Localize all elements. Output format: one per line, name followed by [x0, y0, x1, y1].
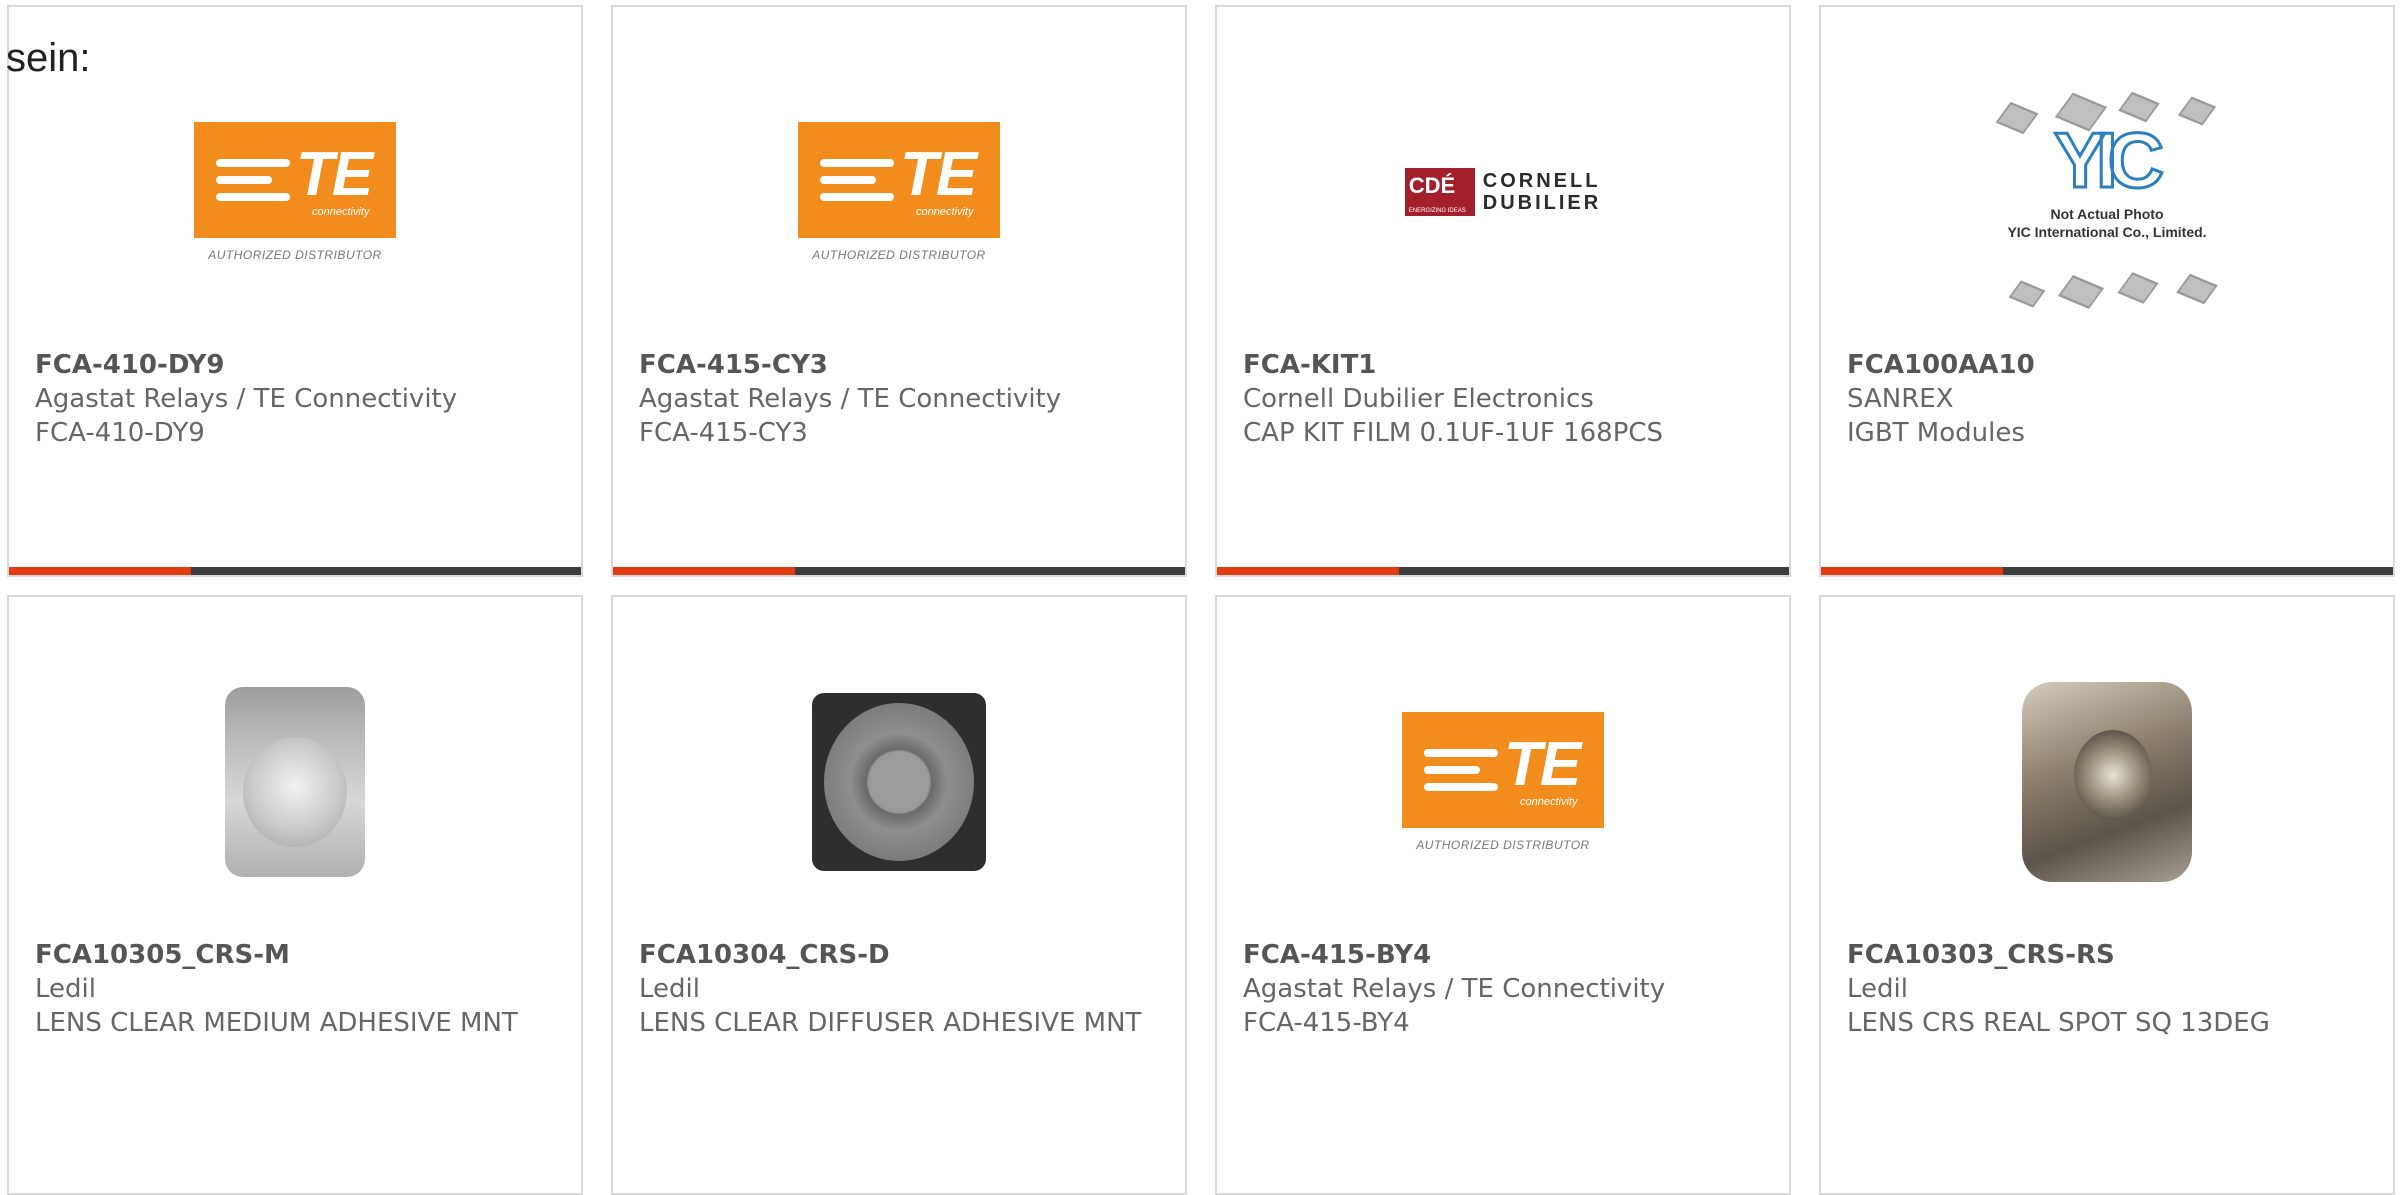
- part-number[interactable]: FCA10303_CRS-RS: [1847, 938, 2373, 972]
- te-logo-tagline: connectivity: [916, 206, 974, 218]
- product-card[interactable]: TE connectivity AUTHORIZED DISTRIBUTOR F…: [7, 5, 583, 577]
- card-footer-bar: [1217, 567, 1789, 575]
- te-logo: TE connectivity AUTHORIZED DISTRIBUTOR: [1402, 712, 1604, 852]
- product-image[interactable]: [613, 627, 1185, 937]
- manufacturer: Ledil: [35, 974, 96, 1004]
- te-logo: TE connectivity AUTHORIZED DISTRIBUTOR: [194, 122, 396, 262]
- cde-logo-tagline: ENERGIZING IDEAS: [1408, 208, 1466, 214]
- product-image[interactable]: TE connectivity AUTHORIZED DISTRIBUTOR: [613, 37, 1185, 347]
- yic-caption-line2: YIC International Co., Limited.: [2007, 224, 2207, 240]
- product-info: FCA10305_CRS-M Ledil LENS CLEAR MEDIUM A…: [35, 938, 561, 1040]
- part-number[interactable]: FCA100AA10: [1847, 348, 2373, 382]
- product-info: FCA-410-DY9 Agastat Relays / TE Connecti…: [35, 348, 561, 450]
- product-grid: TE connectivity AUTHORIZED DISTRIBUTOR F…: [0, 0, 2400, 1195]
- product-image[interactable]: TE connectivity AUTHORIZED DISTRIBUTOR: [1217, 627, 1789, 937]
- lens-clear-photo: [225, 687, 365, 877]
- description: FCA-415-BY4: [1243, 1008, 1410, 1038]
- product-info: FCA-KIT1 Cornell Dubilier Electronics CA…: [1243, 348, 1769, 450]
- authorized-distributor-label: AUTHORIZED DISTRIBUTOR: [1416, 838, 1590, 852]
- manufacturer: Cornell Dubilier Electronics: [1243, 384, 1594, 414]
- te-logo-tagline: connectivity: [1520, 796, 1578, 808]
- te-logo-word: TE: [296, 140, 373, 209]
- manufacturer: Agastat Relays / TE Connectivity: [35, 384, 458, 414]
- cde-logo-name-line2: DUBILIER: [1482, 192, 1602, 214]
- product-image[interactable]: [9, 627, 581, 937]
- description: LENS CLEAR MEDIUM ADHESIVE MNT: [35, 1008, 518, 1038]
- product-info: FCA10304_CRS-D Ledil LENS CLEAR DIFFUSER…: [639, 938, 1165, 1040]
- yic-logo-mark: YIC: [2052, 115, 2165, 206]
- part-number[interactable]: FCA-KIT1: [1243, 348, 1769, 382]
- part-number[interactable]: FCA-415-CY3: [639, 348, 1165, 382]
- te-logo-tagline: connectivity: [312, 206, 370, 218]
- authorized-distributor-label: AUTHORIZED DISTRIBUTOR: [208, 248, 382, 262]
- product-info: FCA-415-BY4 Agastat Relays / TE Connecti…: [1243, 938, 1769, 1040]
- lens-diffuser-photo: [812, 693, 986, 871]
- cde-logo-mark: CDÉ: [1408, 173, 1456, 198]
- product-image[interactable]: [1821, 627, 2393, 937]
- description: LENS CLEAR DIFFUSER ADHESIVE MNT: [639, 1008, 1142, 1038]
- part-number[interactable]: FCA10304_CRS-D: [639, 938, 1165, 972]
- te-logo: TE connectivity AUTHORIZED DISTRIBUTOR: [798, 122, 1000, 262]
- description: FCA-410-DY9: [35, 418, 205, 448]
- product-info: FCA10303_CRS-RS Ledil LENS CRS REAL SPOT…: [1847, 938, 2373, 1040]
- lead-text: sein:: [6, 36, 91, 80]
- description: IGBT Modules: [1847, 418, 2025, 448]
- product-card[interactable]: CDÉ ENERGIZING IDEAS CORNELL DUBILIER FC…: [1215, 5, 1791, 577]
- part-number[interactable]: FCA10305_CRS-M: [35, 938, 561, 972]
- manufacturer: Agastat Relays / TE Connectivity: [639, 384, 1062, 414]
- product-card[interactable]: YIC Not Actual Photo YIC International C…: [1819, 5, 2395, 577]
- product-card[interactable]: TE connectivity AUTHORIZED DISTRIBUTOR F…: [611, 5, 1187, 577]
- product-image[interactable]: YIC Not Actual Photo YIC International C…: [1821, 37, 2393, 347]
- cornell-dubilier-logo: CDÉ ENERGIZING IDEAS CORNELL DUBILIER: [1404, 168, 1602, 216]
- manufacturer: Agastat Relays / TE Connectivity: [1243, 974, 1666, 1004]
- product-card[interactable]: FCA10303_CRS-RS Ledil LENS CRS REAL SPOT…: [1819, 595, 2395, 1195]
- te-logo-word: TE: [1504, 730, 1581, 799]
- manufacturer: Ledil: [639, 974, 700, 1004]
- product-info: FCA100AA10 SANREX IGBT Modules: [1847, 348, 2373, 450]
- description: LENS CRS REAL SPOT SQ 13DEG: [1847, 1008, 2270, 1038]
- product-image[interactable]: CDÉ ENERGIZING IDEAS CORNELL DUBILIER: [1217, 37, 1789, 347]
- card-footer-bar: [1821, 567, 2393, 575]
- product-card[interactable]: FCA10305_CRS-M Ledil LENS CLEAR MEDIUM A…: [7, 595, 583, 1195]
- manufacturer: SANREX: [1847, 384, 1954, 414]
- authorized-distributor-label: AUTHORIZED DISTRIBUTOR: [812, 248, 986, 262]
- description: CAP KIT FILM 0.1UF-1UF 168PCS: [1243, 418, 1664, 448]
- cde-logo-name-line1: CORNELL: [1482, 170, 1601, 192]
- te-logo-word: TE: [900, 140, 977, 209]
- part-number[interactable]: FCA-410-DY9: [35, 348, 561, 382]
- description: FCA-415-CY3: [639, 418, 808, 448]
- lens-spot-photo: [2022, 682, 2192, 882]
- part-number[interactable]: FCA-415-BY4: [1243, 938, 1769, 972]
- product-card[interactable]: TE connectivity AUTHORIZED DISTRIBUTOR F…: [1215, 595, 1791, 1195]
- yic-caption-line1: Not Actual Photo: [2050, 206, 2164, 222]
- manufacturer: Ledil: [1847, 974, 1908, 1004]
- product-card[interactable]: FCA10304_CRS-D Ledil LENS CLEAR DIFFUSER…: [611, 595, 1187, 1195]
- yic-placeholder-image: YIC Not Actual Photo YIC International C…: [1972, 67, 2242, 317]
- product-image[interactable]: TE connectivity AUTHORIZED DISTRIBUTOR: [9, 37, 581, 347]
- product-info: FCA-415-CY3 Agastat Relays / TE Connecti…: [639, 348, 1165, 450]
- card-footer-bar: [9, 567, 581, 575]
- card-footer-bar: [613, 567, 1185, 575]
